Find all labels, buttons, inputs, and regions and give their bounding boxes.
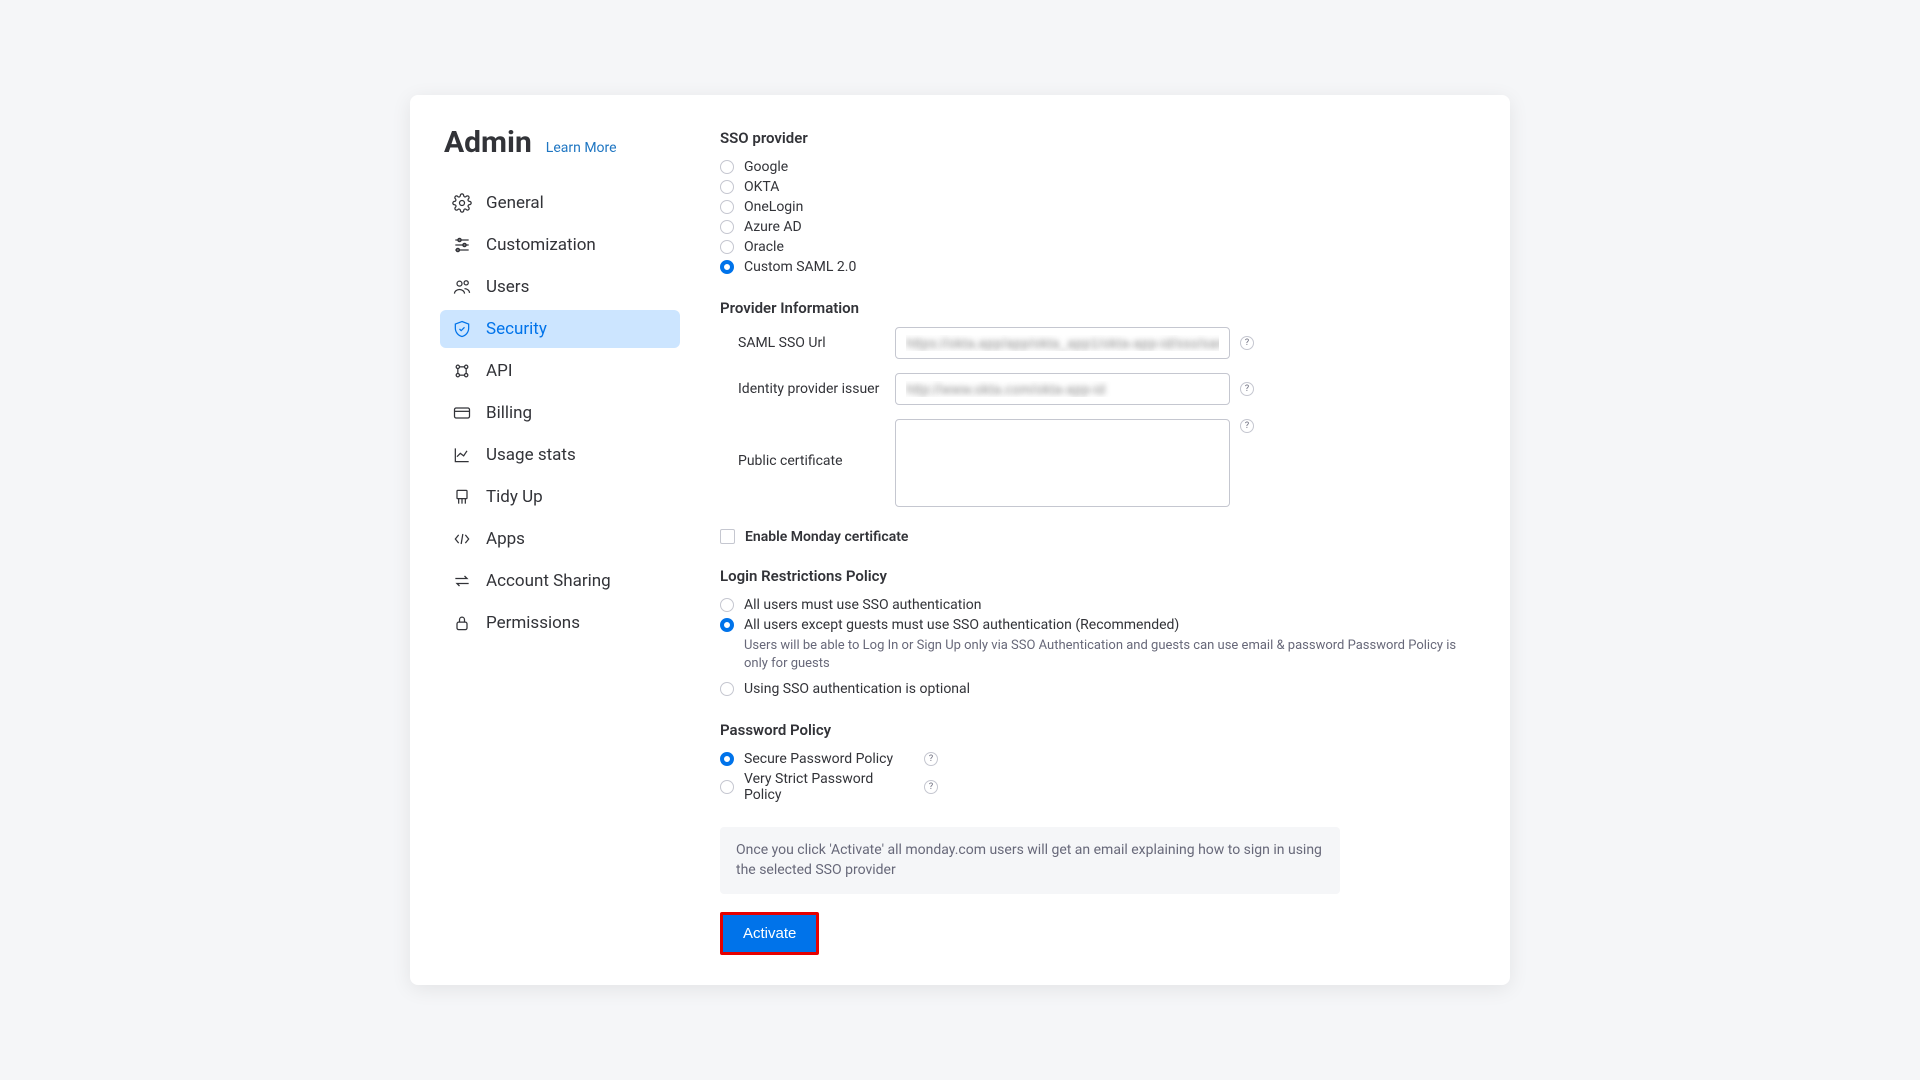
- radio-label: Google: [744, 159, 788, 175]
- radio-icon: [720, 160, 734, 174]
- code-icon: [452, 529, 472, 549]
- radio-label: Using SSO authentication is optional: [744, 681, 970, 697]
- password-policy-secure[interactable]: Secure Password Policy ?: [720, 749, 1480, 769]
- provider-info-title: Provider Information: [720, 299, 1480, 317]
- sidebar-item-label: Users: [486, 277, 529, 297]
- radio-icon: [720, 220, 734, 234]
- radio-icon: [720, 780, 734, 794]
- radio-icon: [720, 200, 734, 214]
- help-icon[interactable]: ?: [924, 780, 938, 794]
- checkbox-icon: [720, 529, 735, 544]
- help-icon[interactable]: ?: [924, 752, 938, 766]
- activate-info-box: Once you click 'Activate' all monday.com…: [720, 827, 1340, 894]
- users-icon: [452, 277, 472, 297]
- sidebar-item-label: Apps: [486, 529, 525, 549]
- sidebar-item-permissions[interactable]: Permissions: [440, 604, 680, 642]
- sidebar-item-tidy-up[interactable]: Tidy Up: [440, 478, 680, 516]
- gear-icon: [452, 193, 472, 213]
- sso-option-google[interactable]: Google: [720, 157, 1480, 177]
- sidebar: Admin Learn More General Customization: [440, 125, 680, 956]
- provider-info-form: SAML SSO Url ? Identity provider issuer …: [720, 327, 1480, 507]
- sidebar-item-label: Tidy Up: [486, 487, 543, 507]
- sidebar-item-label: Security: [486, 319, 547, 339]
- sidebar-item-label: Usage stats: [486, 445, 576, 465]
- login-policy-title: Login Restrictions Policy: [720, 567, 1480, 585]
- sidebar-item-api[interactable]: API: [440, 352, 680, 390]
- admin-panel: Admin Learn More General Customization: [410, 95, 1510, 986]
- saml-sso-url-input[interactable]: [895, 327, 1230, 359]
- public-cert-label: Public certificate: [720, 419, 895, 469]
- public-cert-input[interactable]: [895, 419, 1230, 507]
- radio-icon: [720, 260, 734, 274]
- sso-option-azure-ad[interactable]: Azure AD: [720, 217, 1480, 237]
- radio-label: Azure AD: [744, 219, 802, 235]
- login-policy-optional[interactable]: Using SSO authentication is optional: [720, 679, 1480, 699]
- sidebar-item-billing[interactable]: Billing: [440, 394, 680, 432]
- chart-icon: [452, 445, 472, 465]
- password-policy-group: Secure Password Policy ? Very Strict Pas…: [720, 749, 1480, 805]
- login-policy-desc: Users will be able to Log In or Sign Up …: [744, 637, 1480, 673]
- sidebar-item-customization[interactable]: Customization: [440, 226, 680, 264]
- credit-card-icon: [452, 403, 472, 423]
- radio-icon: [720, 598, 734, 612]
- help-icon[interactable]: ?: [1240, 336, 1254, 350]
- password-policy-very-strict[interactable]: Very Strict Password Policy ?: [720, 769, 1480, 805]
- sidebar-item-label: General: [486, 193, 544, 213]
- login-policy-all-users[interactable]: All users must use SSO authentication: [720, 595, 1480, 615]
- swap-icon: [452, 571, 472, 591]
- learn-more-link[interactable]: Learn More: [546, 140, 617, 156]
- radio-label: OneLogin: [744, 199, 803, 215]
- sso-option-okta[interactable]: OKTA: [720, 177, 1480, 197]
- shield-icon: [452, 319, 472, 339]
- sso-provider-title: SSO provider: [720, 129, 1480, 147]
- login-policy-group: All users must use SSO authentication Al…: [720, 595, 1480, 699]
- activate-button[interactable]: Activate: [720, 912, 819, 955]
- sidebar-item-usage-stats[interactable]: Usage stats: [440, 436, 680, 474]
- sidebar-item-label: Billing: [486, 403, 532, 423]
- sidebar-item-label: Customization: [486, 235, 596, 255]
- radio-icon: [720, 240, 734, 254]
- main-content: SSO provider Google OKTA OneLogin Azure …: [680, 125, 1480, 956]
- sidebar-item-security[interactable]: Security: [440, 310, 680, 348]
- sso-option-oracle[interactable]: Oracle: [720, 237, 1480, 257]
- help-icon[interactable]: ?: [1240, 382, 1254, 396]
- sidebar-nav: General Customization Users Security: [440, 184, 680, 642]
- page-title: Admin: [444, 125, 532, 160]
- api-icon: [452, 361, 472, 381]
- sso-option-custom-saml[interactable]: Custom SAML 2.0: [720, 257, 1480, 277]
- radio-icon: [720, 180, 734, 194]
- sidebar-header: Admin Learn More: [440, 125, 680, 160]
- sidebar-item-label: Account Sharing: [486, 571, 611, 591]
- sso-option-onelogin[interactable]: OneLogin: [720, 197, 1480, 217]
- radio-label: All users must use SSO authentication: [744, 597, 981, 613]
- enable-monday-cert-label: Enable Monday certificate: [745, 529, 908, 545]
- help-icon[interactable]: ?: [1240, 419, 1254, 433]
- saml-sso-url-label: SAML SSO Url: [720, 335, 895, 351]
- sliders-icon: [452, 235, 472, 255]
- sidebar-item-account-sharing[interactable]: Account Sharing: [440, 562, 680, 600]
- idp-issuer-input[interactable]: [895, 373, 1230, 405]
- radio-label: OKTA: [744, 179, 779, 195]
- login-policy-except-guests[interactable]: All users except guests must use SSO aut…: [720, 615, 1480, 635]
- radio-label: Very Strict Password Policy: [744, 771, 914, 803]
- radio-label: Oracle: [744, 239, 784, 255]
- radio-label: All users except guests must use SSO aut…: [744, 617, 1179, 633]
- sso-provider-group: Google OKTA OneLogin Azure AD Oracle Cus…: [720, 157, 1480, 277]
- enable-monday-cert-row[interactable]: Enable Monday certificate: [720, 529, 1480, 545]
- radio-label: Secure Password Policy: [744, 751, 914, 767]
- radio-icon: [720, 752, 734, 766]
- radio-icon: [720, 618, 734, 632]
- sidebar-item-users[interactable]: Users: [440, 268, 680, 306]
- radio-label: Custom SAML 2.0: [744, 259, 856, 275]
- radio-icon: [720, 682, 734, 696]
- idp-issuer-label: Identity provider issuer: [720, 381, 895, 397]
- sidebar-item-label: Permissions: [486, 613, 580, 633]
- sidebar-item-label: API: [486, 361, 512, 381]
- sidebar-item-general[interactable]: General: [440, 184, 680, 222]
- password-policy-title: Password Policy: [720, 721, 1480, 739]
- lock-icon: [452, 613, 472, 633]
- broom-icon: [452, 487, 472, 507]
- sidebar-item-apps[interactable]: Apps: [440, 520, 680, 558]
